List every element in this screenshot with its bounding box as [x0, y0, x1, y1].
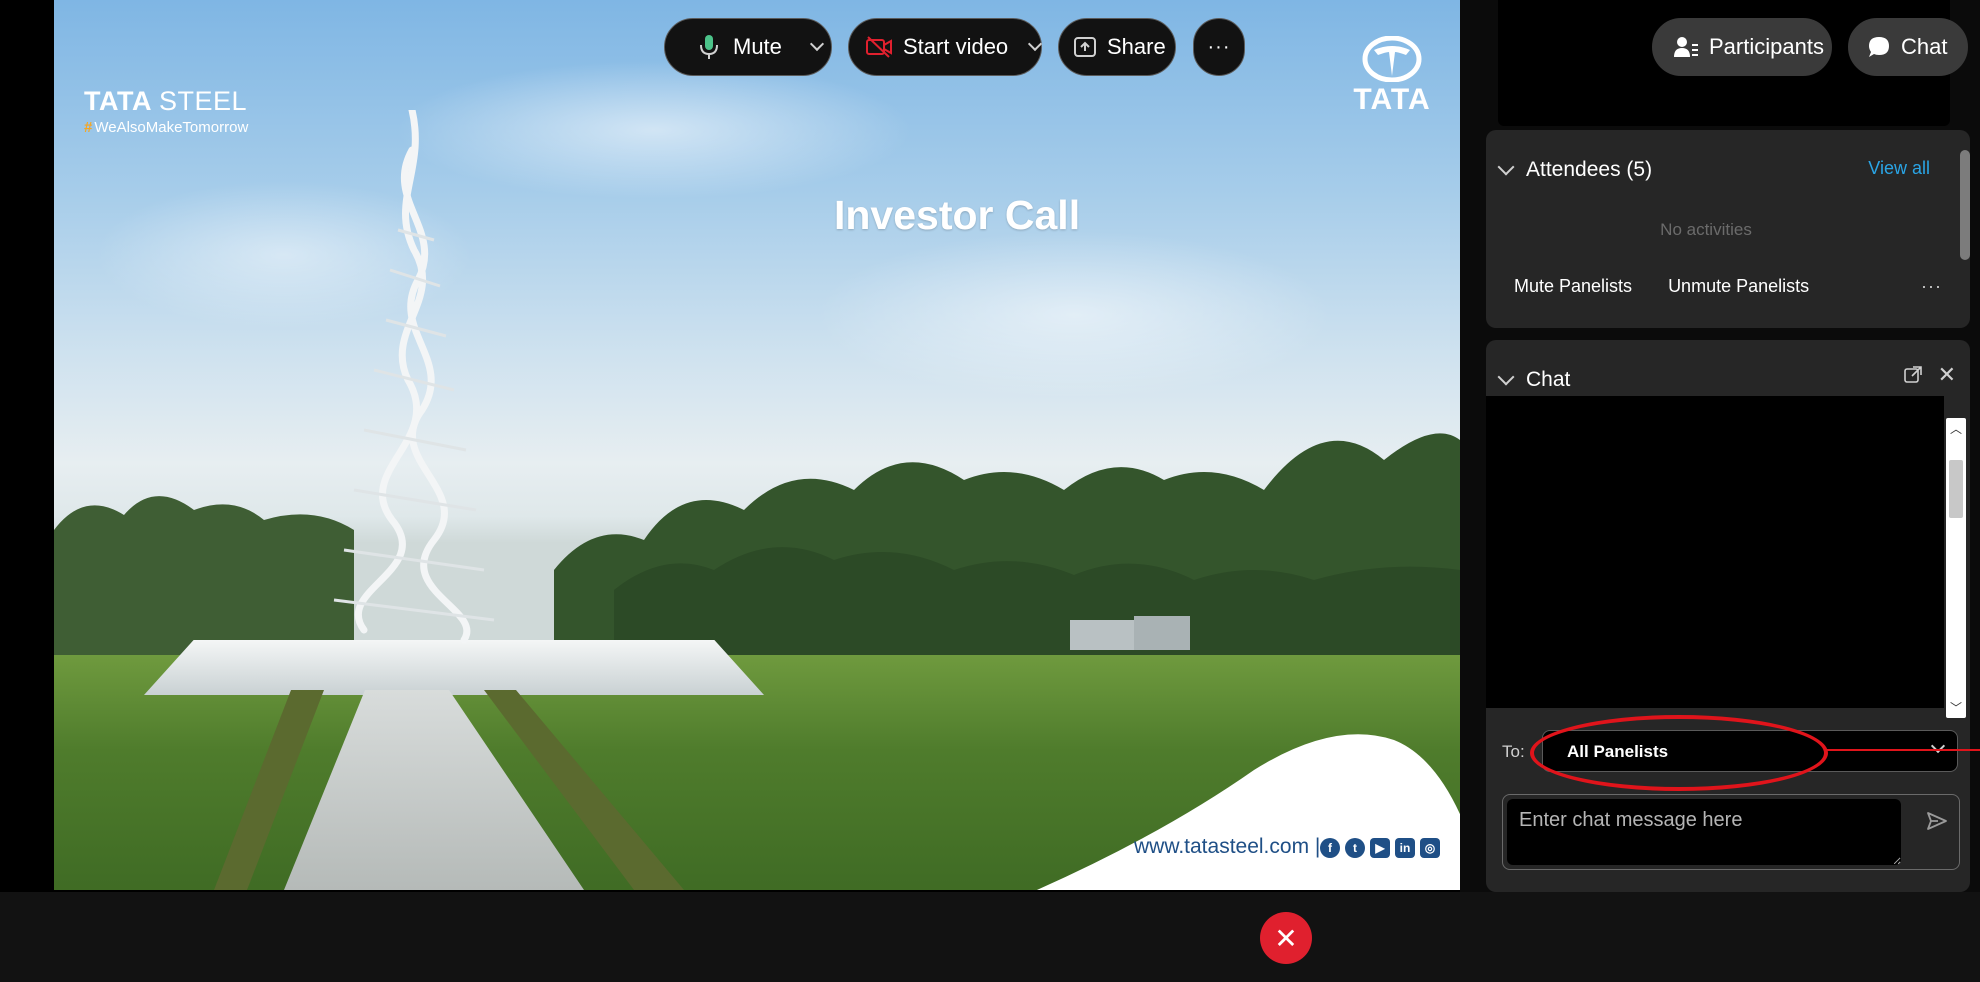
shared-slide: TATA STEEL # WeAlsoMakeTomorrow TATA Inve…	[54, 0, 1460, 890]
chat-label: Chat	[1901, 34, 1948, 59]
tata-logo: TATA	[1350, 35, 1434, 117]
leave-meeting-button[interactable]: ✕	[1260, 912, 1312, 964]
more-options-button[interactable]: ···	[1193, 18, 1245, 76]
annotation-pointer-line	[1826, 749, 1980, 751]
popout-icon[interactable]	[1904, 366, 1922, 384]
scroll-down-icon[interactable]: ﹀	[1946, 699, 1966, 716]
instagram-icon: ◎	[1420, 838, 1440, 858]
youtube-icon: ▶	[1370, 838, 1390, 858]
video-off-icon	[866, 36, 892, 58]
website-url: www.tatasteel.com |	[1134, 835, 1321, 858]
chat-title: Chat	[1526, 368, 1571, 391]
start-video-button[interactable]: Start video	[848, 18, 1043, 76]
scroll-up-icon[interactable]: ︿	[1946, 420, 1966, 437]
attendees-empty-state: No activities	[1660, 220, 1752, 239]
mute-label: Mute	[733, 34, 782, 59]
attendees-title: Attendees (5)	[1526, 158, 1653, 181]
hashtag-icon: #	[84, 119, 93, 136]
brand-wave	[1036, 734, 1460, 890]
chat-header[interactable]: Chat	[1497, 368, 1571, 392]
recipient-label: To:	[1502, 742, 1525, 761]
send-icon[interactable]	[1925, 809, 1949, 833]
chat-compose	[1502, 794, 1960, 870]
tata-emblem-icon	[1362, 35, 1422, 83]
share-label: Share	[1107, 34, 1166, 59]
slide-title: Investor Call	[834, 192, 1081, 238]
view-all-link[interactable]: View all	[1868, 158, 1930, 179]
share-button[interactable]: Share	[1058, 18, 1176, 76]
chevron-down-icon[interactable]	[1497, 158, 1515, 176]
chat-message-list	[1486, 396, 1944, 708]
participants-button[interactable]: Participants	[1652, 18, 1832, 76]
twitter-icon: t	[1345, 838, 1365, 858]
attendees-header[interactable]: Attendees (5)	[1497, 158, 1653, 182]
share-icon	[1074, 37, 1096, 57]
tree-line	[54, 433, 1460, 670]
unmute-panelists-button[interactable]: Unmute Panelists	[1668, 276, 1809, 297]
scroll-thumb[interactable]	[1949, 460, 1963, 518]
start-video-label: Start video	[903, 34, 1009, 59]
close-icon[interactable]: ✕	[1938, 362, 1956, 388]
attendees-more-button[interactable]: ···	[1921, 276, 1942, 297]
facebook-icon: f	[1320, 838, 1340, 858]
chat-button[interactable]: Chat	[1848, 18, 1968, 76]
tata-logo-name: TATA	[1353, 83, 1431, 116]
chat-message-input[interactable]	[1507, 799, 1901, 865]
attendees-panel: Attendees (5) View all No activities Mut…	[1486, 130, 1970, 328]
brand-tagline: WeAlsoMakeTomorrow	[94, 119, 249, 136]
wordmark-light: STEEL	[158, 86, 248, 116]
microphone-icon	[700, 35, 718, 59]
chevron-down-icon[interactable]	[809, 36, 824, 52]
linkedin-icon: in	[1395, 838, 1415, 858]
chat-scrollbar[interactable]: ︿ ﹀	[1946, 418, 1966, 718]
social-icons: f t ▶ in ◎	[1320, 838, 1440, 858]
mute-panelists-button[interactable]: Mute Panelists	[1514, 276, 1632, 297]
attendees-scrollbar[interactable]	[1960, 150, 1970, 260]
chevron-down-icon[interactable]	[1497, 368, 1515, 386]
chat-bubble-icon	[1869, 37, 1889, 57]
helix-sculpture	[333, 110, 495, 644]
meeting-toolbar	[0, 892, 1980, 982]
sky-cloud	[814, 230, 1334, 400]
chevron-down-icon[interactable]	[1028, 36, 1043, 52]
wordmark-bold: TATA	[84, 86, 151, 116]
chat-panel: Chat ✕ ︿ ﹀ To: All Panelists	[1486, 340, 1970, 892]
participants-label: Participants	[1709, 34, 1824, 59]
tata-steel-logo: TATA STEEL # WeAlsoMakeTomorrow	[84, 86, 248, 136]
participants-icon	[1674, 37, 1698, 57]
mute-button[interactable]: Mute	[664, 18, 832, 76]
annotation-highlight-ring	[1530, 715, 1828, 791]
